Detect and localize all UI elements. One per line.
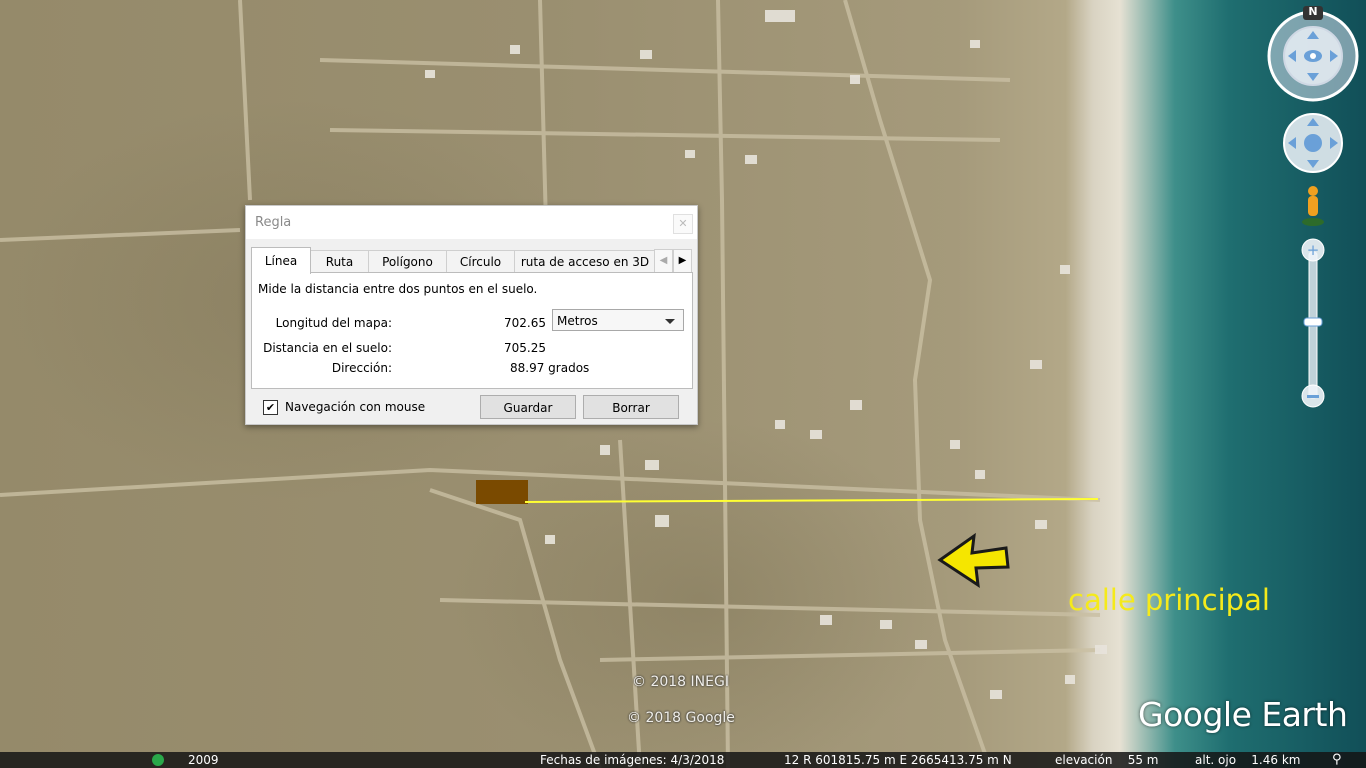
move-control[interactable] (1282, 112, 1344, 174)
unit-select[interactable]: Metros (552, 309, 684, 331)
historical-year: 2009 (188, 753, 219, 767)
hand-icon (1304, 134, 1322, 152)
google-earth-logo: Google Earth (1138, 695, 1348, 734)
tab-poligono[interactable]: Polígono (368, 250, 447, 273)
ground-distance-label: Distancia en el suelo: (263, 341, 392, 355)
parcel-marker (476, 480, 528, 504)
mouse-nav-label[interactable]: Navegación con mouse (285, 400, 425, 414)
svg-text:+: + (1307, 241, 1320, 259)
look-control[interactable]: N (1266, 5, 1360, 102)
arrow-left-icon (937, 532, 1010, 589)
historical-imagery-icon[interactable] (152, 754, 164, 766)
tab-ruta[interactable]: Ruta (310, 250, 369, 273)
direction-value: 88.97 grados (510, 361, 590, 375)
ground-distance-value: 705.25 (504, 341, 546, 355)
map-length-value: 702.65 (504, 316, 546, 330)
tab-scroll-right-icon[interactable]: ▶ (673, 249, 692, 273)
tab-circulo[interactable]: Círculo (446, 250, 515, 273)
street-view-pegman-icon[interactable] (1300, 184, 1326, 228)
direction-label: Dirección: (331, 361, 392, 375)
eye-altitude: alt. ojo 1.46 km (1195, 753, 1301, 767)
line-panel: Mide la distancia entre dos puntos en el… (251, 272, 693, 389)
unit-select-value: Metros (557, 314, 598, 328)
measure-line (524, 498, 1099, 503)
clear-button[interactable]: Borrar (583, 395, 679, 419)
zoom-slider[interactable]: + (1301, 238, 1325, 410)
copyright-google: © 2018 Google (627, 710, 735, 726)
tab-linea[interactable]: Línea (251, 247, 311, 274)
copyright-inegi: © 2018 INEGI (632, 674, 729, 690)
map-length-label: Longitud del mapa: (275, 316, 392, 330)
tab-ruta-3d[interactable]: ruta de acceso en 3D (514, 250, 656, 273)
dialog-titlebar[interactable]: Regla ✕ (246, 206, 697, 239)
elevation: elevación 55 m (1055, 753, 1159, 767)
close-icon[interactable]: ✕ (673, 214, 693, 234)
compass-north-label: N (1308, 5, 1318, 18)
ruler-description: Mide la distancia entre dos puntos en el… (258, 282, 538, 296)
zoom-slider-thumb (1303, 317, 1323, 327)
imagery-date: Fechas de imágenes: 4/3/2018 (540, 753, 725, 767)
save-button[interactable]: Guardar (480, 395, 576, 419)
status-bar: 2009 Fechas de imágenes: 4/3/2018 12 R 6… (0, 752, 1366, 768)
mouse-nav-checkbox[interactable]: ✔ (263, 400, 278, 415)
ruler-tabs: Línea Ruta Polígono Círculo ruta de acce… (251, 247, 692, 274)
search-icon[interactable]: ⚲ (1332, 752, 1342, 767)
ruler-dialog[interactable]: Regla ✕ Línea Ruta Polígono Círculo ruta… (245, 205, 698, 425)
tab-scroll-left-icon[interactable]: ◀ (654, 249, 673, 273)
annotation-calle-principal: calle principal (1068, 583, 1270, 617)
dialog-footer: ✔ Navegación con mouse Guardar Borrar (246, 390, 697, 424)
dialog-title: Regla (255, 215, 292, 230)
coordinates: 12 R 601815.75 m E 2665413.75 m N (784, 753, 1012, 767)
chevron-down-icon (665, 319, 675, 324)
